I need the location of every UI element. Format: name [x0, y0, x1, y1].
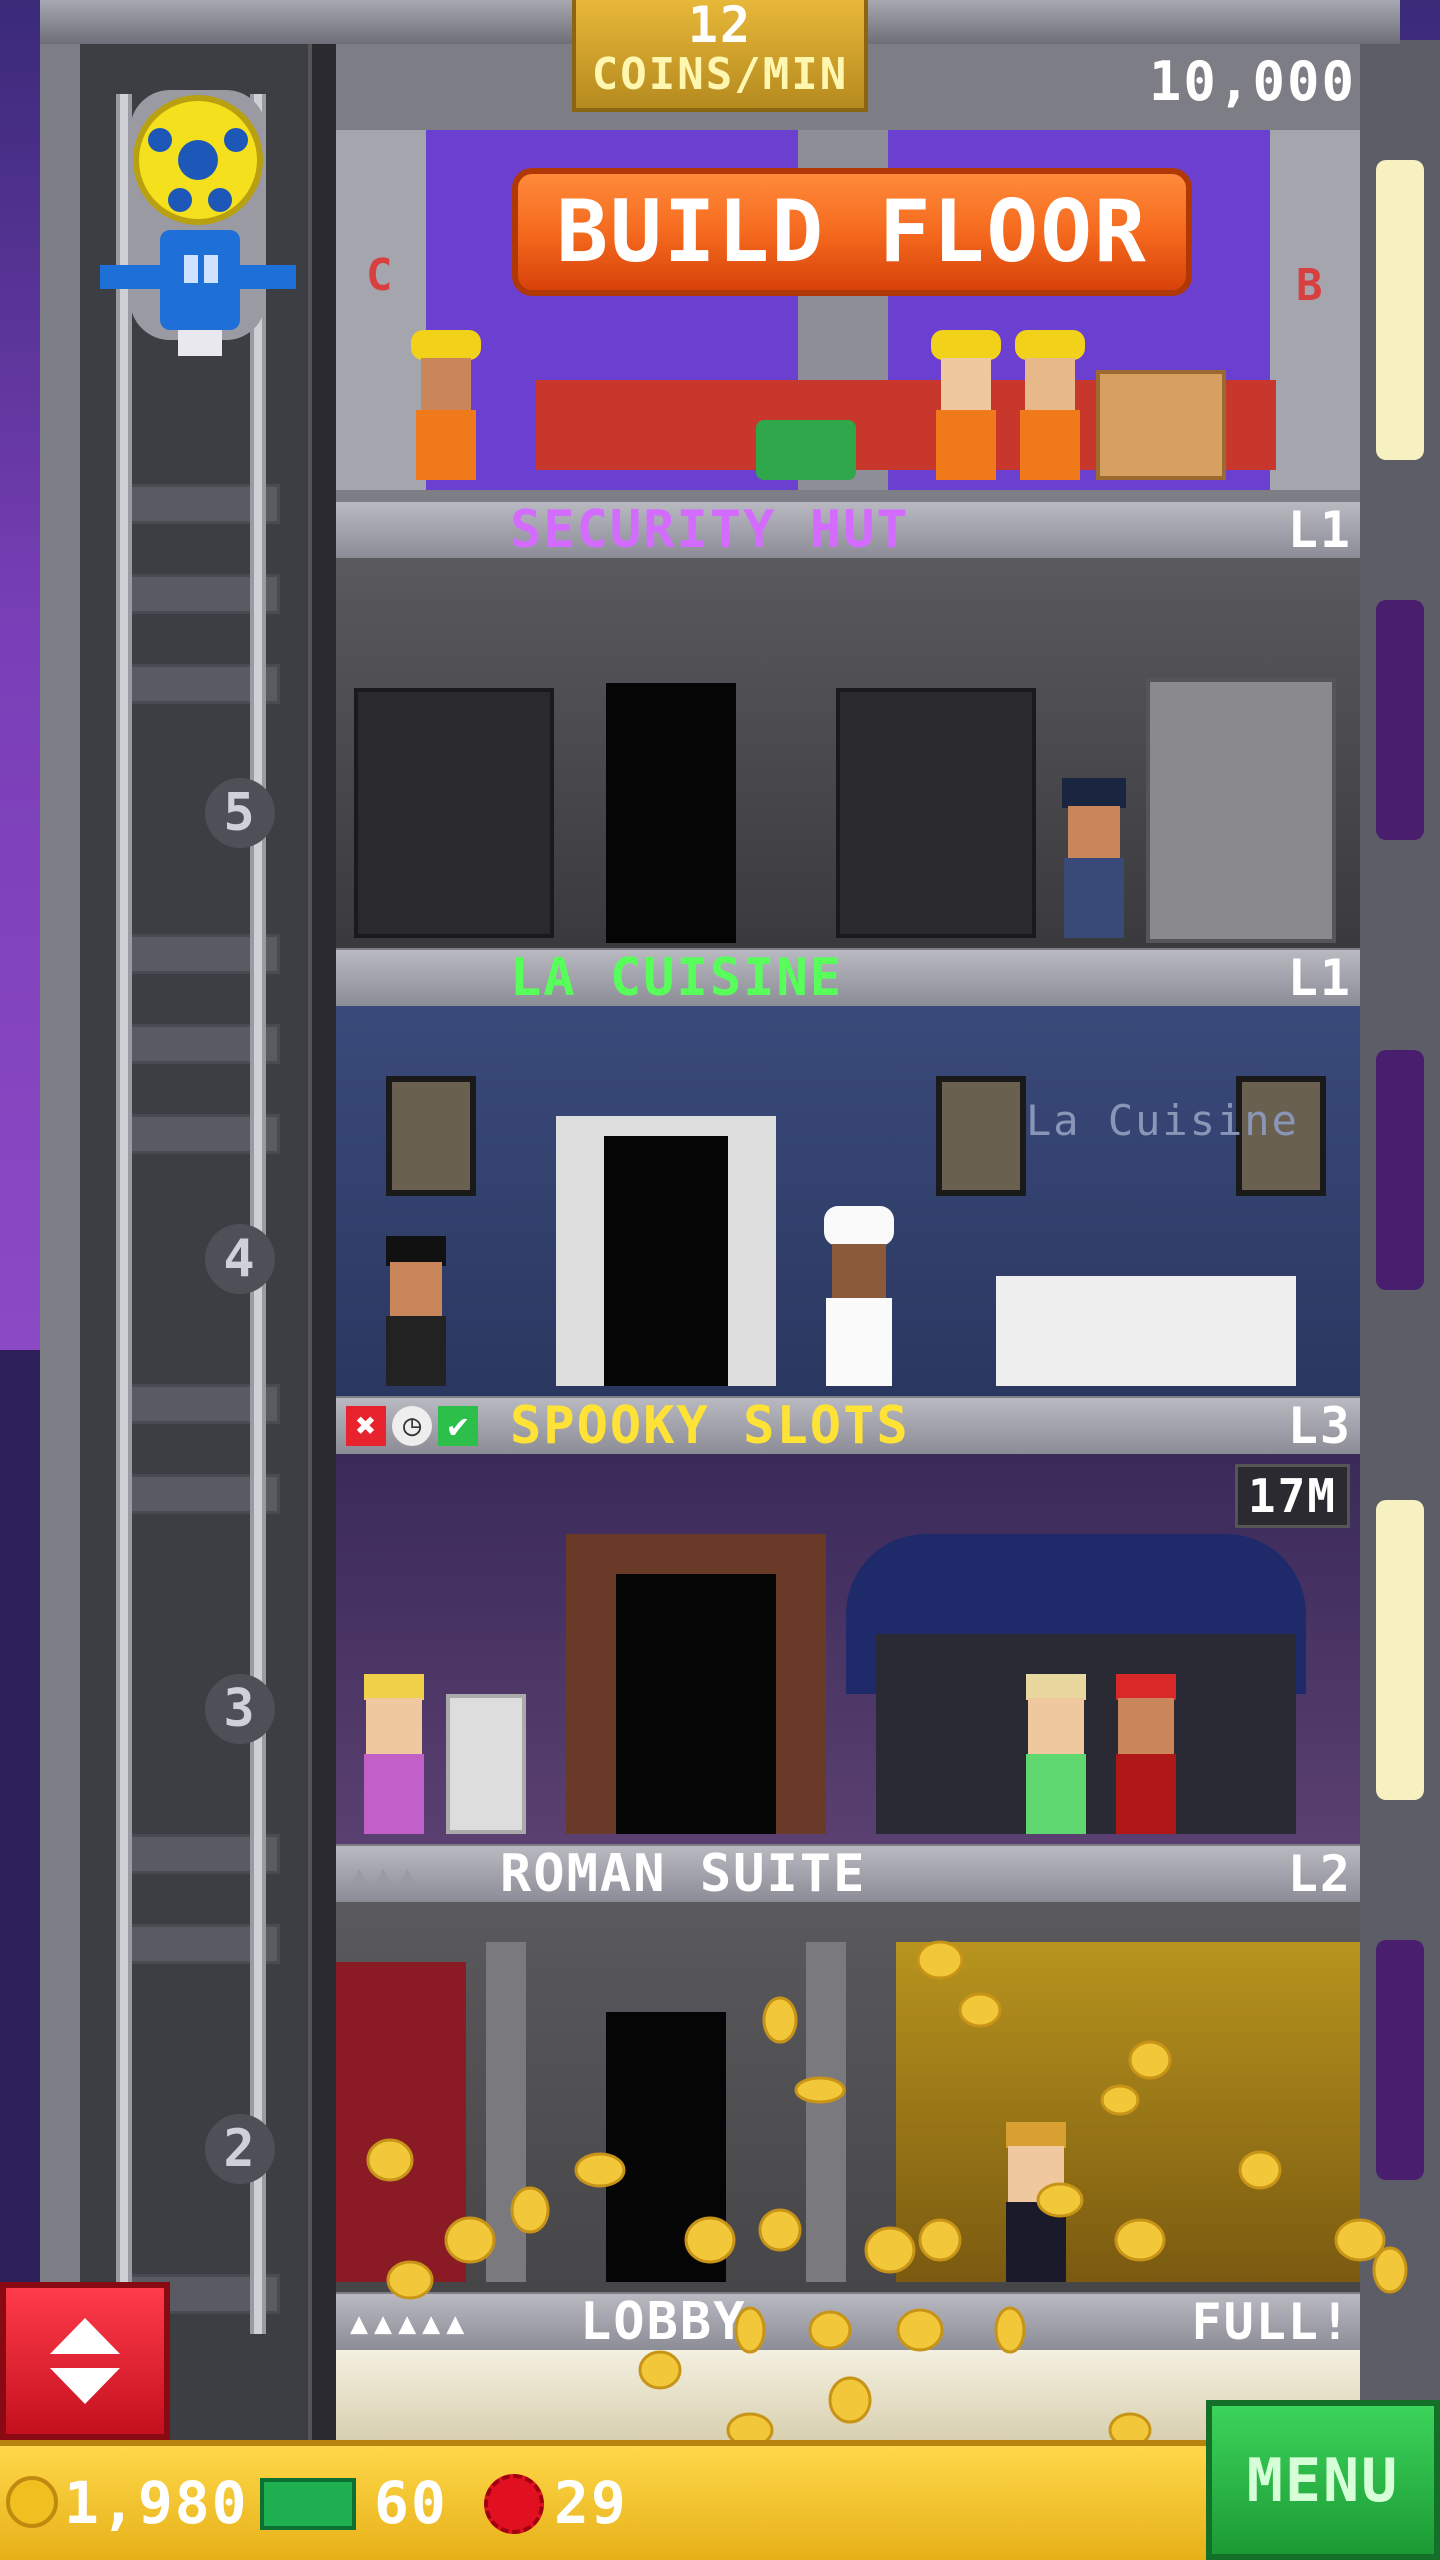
- toolbox: [756, 420, 856, 480]
- floor-level: L3: [1287, 1397, 1352, 1455]
- stock-badge: 17M: [1234, 1464, 1350, 1528]
- shaft-floor-number: 2: [205, 2114, 275, 2184]
- tickets-value: 29: [554, 2469, 628, 2537]
- coin-icon: [6, 2476, 58, 2528]
- worker-avatar: [406, 330, 486, 484]
- crate: [1096, 370, 1226, 480]
- restaurant-sign: La Cuisine: [1026, 1096, 1299, 1145]
- bellhop-avatar: [1106, 1674, 1186, 1838]
- shaft-floor-number: 3: [205, 1674, 275, 1744]
- worker-avatar: [1010, 330, 1090, 484]
- resident-slot-icon: ▲▲▲: [350, 1858, 423, 1893]
- elevator-car-icon[interactable]: [100, 90, 296, 370]
- coin-rate-value: 12: [687, 0, 753, 54]
- shaft-divider: [308, 44, 336, 2444]
- shaft-floor-number: 5: [205, 778, 275, 848]
- floor-level: L1: [1287, 501, 1352, 559]
- floor-level: L1: [1287, 949, 1352, 1007]
- sign-right: B: [1296, 260, 1325, 311]
- room-security-hut[interactable]: [336, 558, 1360, 948]
- shaft-floor-number: 4: [205, 1224, 275, 1294]
- floor-header-lobby[interactable]: ▲▲▲▲▲ LOBBY FULL!: [336, 2294, 1360, 2350]
- floor-name: ROMAN SUITE: [500, 1844, 867, 1904]
- elevator-updown-icon: [50, 2318, 120, 2404]
- tower-right-wall: [1360, 40, 1440, 2440]
- floor-level: FULL!: [1191, 2293, 1352, 2351]
- coin-rate-unit: COINS/MIN: [591, 49, 849, 100]
- waiter-avatar: [376, 1236, 456, 1390]
- floor-name: SPOOKY SLOTS: [510, 1396, 910, 1456]
- status-check-icon[interactable]: ✔: [438, 1406, 478, 1446]
- build-floor-button[interactable]: BUILD FLOOR: [512, 168, 1192, 296]
- floor-level: L2: [1287, 1845, 1352, 1903]
- floor-name: LOBBY: [580, 2292, 747, 2352]
- room-spooky-slots[interactable]: 17M: [336, 1454, 1360, 1844]
- status-x-icon[interactable]: ✖: [346, 1406, 386, 1446]
- chef-avatar: [814, 1206, 904, 1390]
- floor-header-security-hut[interactable]: SECURITY HUT L1: [336, 502, 1360, 558]
- ticket-icon: [484, 2474, 544, 2534]
- room-la-cuisine[interactable]: La Cuisine: [336, 1006, 1360, 1396]
- bux-value: 60: [374, 2469, 448, 2537]
- floor-header-roman-suite[interactable]: ▲▲▲ ROMAN SUITE L2: [336, 1846, 1360, 1902]
- resident-avatar: [996, 2122, 1076, 2286]
- floor-header-la-cuisine[interactable]: LA CUISINE L1: [336, 950, 1360, 1006]
- menu-button[interactable]: MENU: [1206, 2400, 1440, 2560]
- security-guard-avatar: [1054, 778, 1134, 942]
- guest-avatar: [1016, 1674, 1096, 1838]
- guest-avatar: [354, 1674, 434, 1838]
- build-cost: 10,000: [1148, 50, 1356, 113]
- floor-name: LA CUISINE: [510, 948, 844, 1008]
- room-roman-suite[interactable]: [336, 1902, 1360, 2292]
- status-clock-icon[interactable]: ◷: [392, 1406, 432, 1446]
- coin-rate-badge: 12 COINS/MIN: [572, 0, 868, 112]
- resident-slot-icon: ▲▲▲▲▲: [350, 2306, 471, 2341]
- elevator-shaft[interactable]: 5 4 3 2: [80, 44, 320, 2444]
- sign-left: C: [366, 250, 395, 301]
- bux-icon: [260, 2478, 356, 2530]
- worker-avatar: [926, 330, 1006, 484]
- elevator-updown-button[interactable]: [0, 2282, 170, 2440]
- coins-value: 1,980: [64, 2469, 249, 2537]
- floor-name: SECURITY HUT: [510, 500, 910, 560]
- floor-header-spooky-slots[interactable]: ✖ ◷ ✔ SPOOKY SLOTS L3: [336, 1398, 1360, 1454]
